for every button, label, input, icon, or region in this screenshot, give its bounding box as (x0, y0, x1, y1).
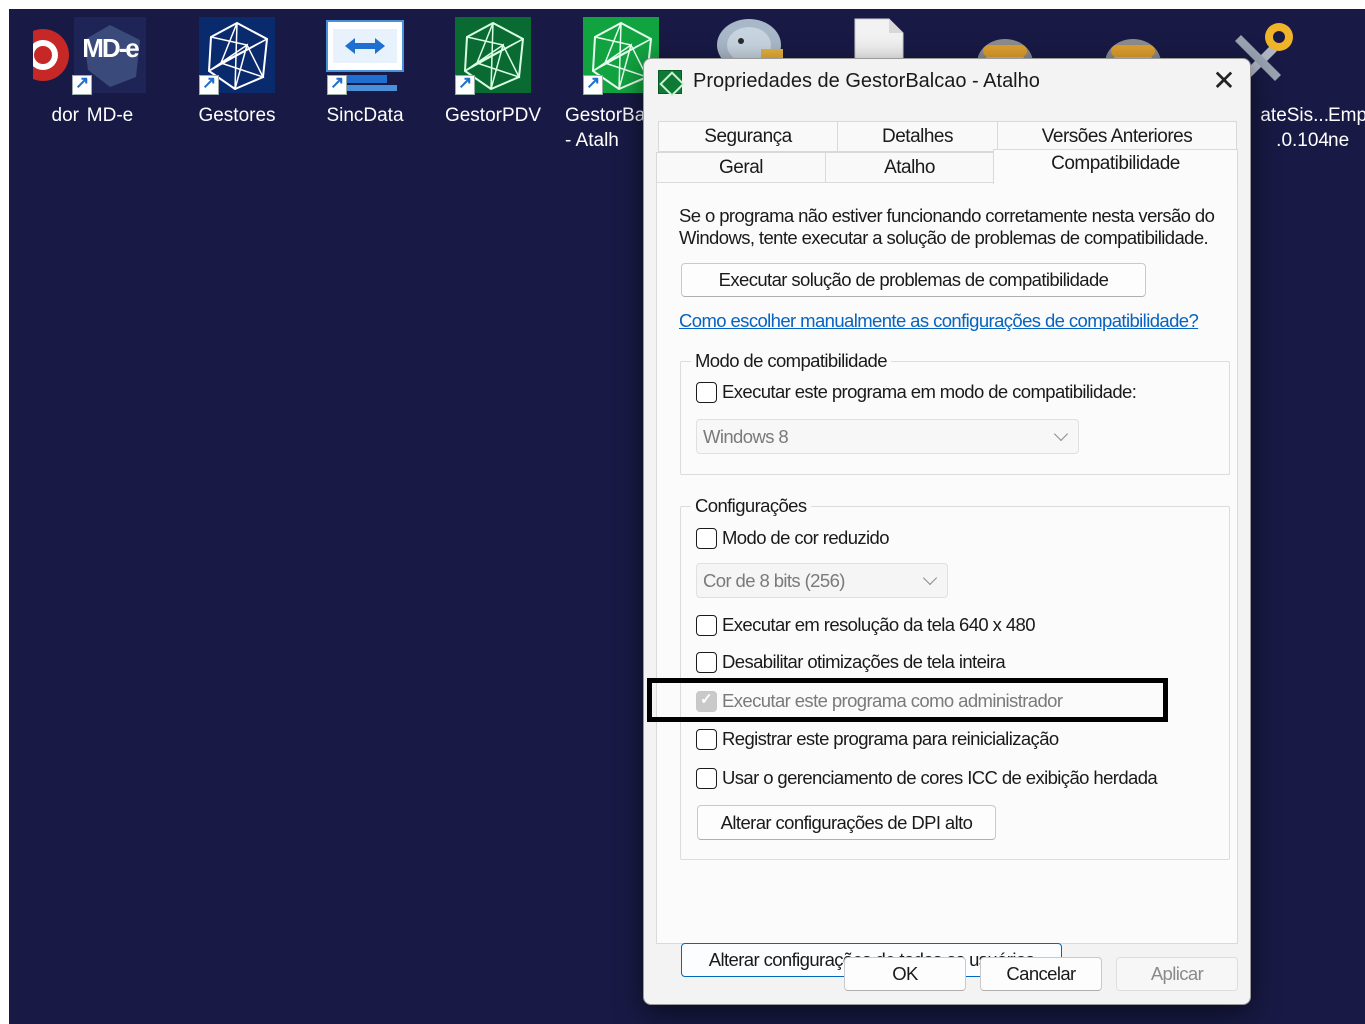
tab-geral[interactable]: Geral (656, 152, 826, 183)
network-polygon-icon (197, 15, 277, 95)
svg-text:MD-e: MD-e (82, 33, 139, 63)
tab-seguranca[interactable]: Segurança (658, 121, 838, 152)
mde-icon: MD-e (70, 15, 150, 95)
desktop-icon-gestores[interactable]: Gestores (181, 15, 293, 165)
shortcut-arrow-icon (199, 73, 219, 95)
high-dpi-button[interactable]: Alterar configurações de DPI alto (697, 805, 996, 840)
shortcut-arrow-icon (455, 73, 475, 95)
tab-versoes-anteriores[interactable]: Versões Anteriores (997, 121, 1237, 152)
register-restart-label: Registrar este programa para reinicializ… (722, 728, 1059, 749)
register-restart-checkbox[interactable] (696, 729, 717, 750)
compat-mode-legend: Modo de compatibilidade (691, 350, 891, 372)
settings-legend: Configurações (691, 495, 811, 517)
icc-legacy-checkbox[interactable] (696, 768, 717, 789)
tab-compatibilidade[interactable]: Compatibilidade (993, 149, 1238, 184)
desktop-icon-emp[interactable]: Emp ne (1315, 15, 1365, 165)
compat-mode-label: Executar este programa em modo de compat… (722, 381, 1137, 402)
compatibility-panel: Se o programa não estiver funcionando co… (656, 182, 1238, 977)
shortcut-arrow-icon (583, 73, 603, 95)
apply-button[interactable]: Aplicar (1116, 957, 1238, 991)
tab-atalho[interactable]: Atalho (825, 152, 994, 183)
chevron-down-icon (922, 570, 938, 586)
color-depth-value: Cor de 8 bits (256) (703, 570, 845, 591)
gestor-app-icon (658, 70, 682, 94)
highlight-annotation-box (647, 678, 1168, 722)
icc-legacy-label: Usar o gerenciamento de cores ICC de exi… (722, 767, 1158, 788)
title-bar[interactable]: Propriedades de GestorBalcao - Atalho ✕ (644, 59, 1250, 103)
close-icon: ✕ (1212, 65, 1236, 96)
ok-button[interactable]: OK (844, 957, 966, 991)
tab-detalhes[interactable]: Detalhes (837, 121, 998, 152)
fullscreen-opt-checkbox[interactable] (696, 652, 717, 673)
shortcut-arrow-icon (327, 73, 347, 95)
troubleshooter-button[interactable]: Executar solução de problemas de compati… (681, 263, 1146, 297)
compat-os-select[interactable]: Windows 8 (696, 419, 1079, 454)
desktop-icon-mde[interactable]: MD-e MD-e (54, 15, 166, 165)
close-button[interactable]: ✕ (1204, 63, 1244, 99)
desktop-icon-gestorpdv[interactable]: GestorPDV (437, 15, 549, 165)
properties-dialog: Propriedades de GestorBalcao - Atalho ✕ … (643, 58, 1251, 1005)
desktop-icon-label: Gestores (198, 105, 276, 126)
compat-os-value: Windows 8 (703, 426, 789, 447)
reduced-color-label: Modo de cor reduzido (722, 527, 890, 548)
intro-text-line-2: Windows, tente executar a solução de pro… (679, 227, 1209, 248)
color-depth-select[interactable]: Cor de 8 bits (256) (696, 563, 948, 598)
intro-text-line-1: Se o programa não estiver funcionando co… (679, 205, 1215, 226)
fullscreen-opt-label: Desabilitar otimizações de tela inteira (722, 651, 1006, 672)
reduced-color-checkbox[interactable] (696, 528, 717, 549)
sync-monitor-icon (325, 15, 405, 95)
chevron-down-icon (1053, 426, 1069, 442)
shortcut-arrow-icon (72, 73, 92, 95)
desktop-icon-label: Emp ne (1328, 105, 1365, 151)
manual-settings-link[interactable]: Como escolher manualmente as configuraçõ… (679, 310, 1199, 332)
dialog-title: Propriedades de GestorBalcao - Atalho (693, 70, 1040, 92)
compat-mode-group: Modo de compatibilidade Executar este pr… (680, 350, 1230, 475)
network-polygon-icon (453, 15, 533, 95)
desktop-icon-label: GestorPDV (444, 105, 542, 126)
res-640-checkbox[interactable] (696, 615, 717, 636)
desktop-icon-label: SincData (326, 105, 404, 126)
desktop-icon-label: MD-e (86, 105, 134, 126)
desktop-icon-sincdata[interactable]: SincData (309, 15, 421, 165)
res-640-label: Executar em resolução da tela 640 x 480 (722, 614, 1035, 635)
cancel-button[interactable]: Cancelar (980, 957, 1102, 991)
compat-mode-checkbox[interactable] (696, 382, 717, 403)
